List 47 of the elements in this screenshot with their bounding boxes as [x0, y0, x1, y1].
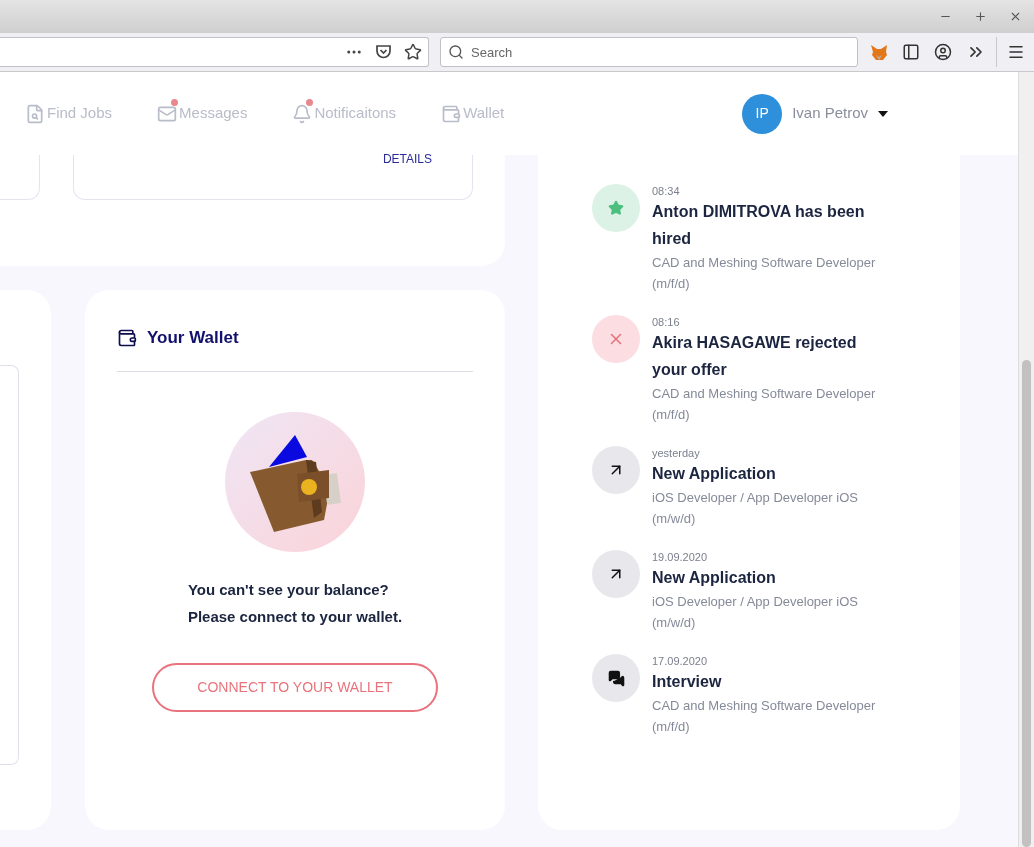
close-icon[interactable] [1009, 10, 1022, 23]
activity-time: 08:16 [652, 315, 681, 329]
activity-subtitle: CAD and Meshing Software Developer (m/f/d) [652, 385, 877, 424]
search-field[interactable]: Search [440, 37, 858, 67]
nav-link[interactable]: Wallet [441, 102, 505, 125]
chat-icon [592, 654, 640, 702]
activity-time: 08:34 [652, 184, 681, 198]
nav-link[interactable]: Notificaitons [292, 102, 397, 125]
bell-icon [292, 103, 313, 124]
nav-link[interactable]: Messages [157, 102, 248, 125]
pocket-icon[interactable] [375, 44, 392, 60]
activity-subtitle: CAD and Meshing Software Developer (m/f/d) [652, 254, 877, 293]
nav-link[interactable]: Find Jobs [25, 102, 113, 125]
card-title: Your Wallet [147, 327, 239, 349]
details-link[interactable]: DETAILS [382, 153, 432, 165]
wallet-message: Please connect to your wallet. [187, 606, 403, 626]
wallet-message: You can't see your balance? [187, 579, 390, 599]
activity-time: 17.09.2020 [652, 654, 709, 668]
document-search-icon [25, 103, 45, 124]
activity-subtitle: CAD and Meshing Software Developer (m/f/d) [652, 697, 877, 736]
caret-icon[interactable] [878, 110, 888, 117]
connect-wallet-button[interactable]: CONNECT TO YOUR WALLET [152, 662, 438, 712]
scrollbar[interactable] [1018, 72, 1034, 847]
activity-title: Anton DIMITROVA has been hired [652, 202, 866, 249]
activity-subtitle: iOS Developer / App Developer iOS (m/w/d) [652, 489, 859, 528]
star-icon[interactable] [404, 43, 422, 61]
avatar[interactable]: IP [742, 93, 783, 134]
job-card [0, 155, 40, 200]
close-icon [592, 315, 640, 363]
account-icon[interactable] [934, 43, 952, 61]
activity-subtitle: iOS Developer / App Developer iOS (m/w/d) [652, 593, 859, 632]
address-field[interactable] [0, 37, 429, 67]
activity-title: New Application [652, 464, 777, 484]
wallet-icon [117, 327, 137, 348]
activity-title: Interview [652, 672, 723, 692]
fox-icon[interactable] [870, 43, 888, 61]
wallet-icon [441, 103, 462, 124]
scrollbar-thumb[interactable] [1022, 360, 1031, 847]
menu-icon[interactable] [1007, 43, 1025, 61]
activity-time: 19.09.2020 [652, 550, 709, 564]
sidebar-icon[interactable] [902, 43, 920, 61]
activity-title: Akira HASAGAWE rejected your offer [652, 333, 858, 380]
maximize-icon[interactable] [974, 10, 987, 23]
activity-title: New Application [652, 568, 777, 588]
user-name[interactable]: Ivan Petrov [792, 102, 868, 125]
activity-time: yesterday [652, 446, 701, 460]
search-icon [448, 44, 464, 60]
